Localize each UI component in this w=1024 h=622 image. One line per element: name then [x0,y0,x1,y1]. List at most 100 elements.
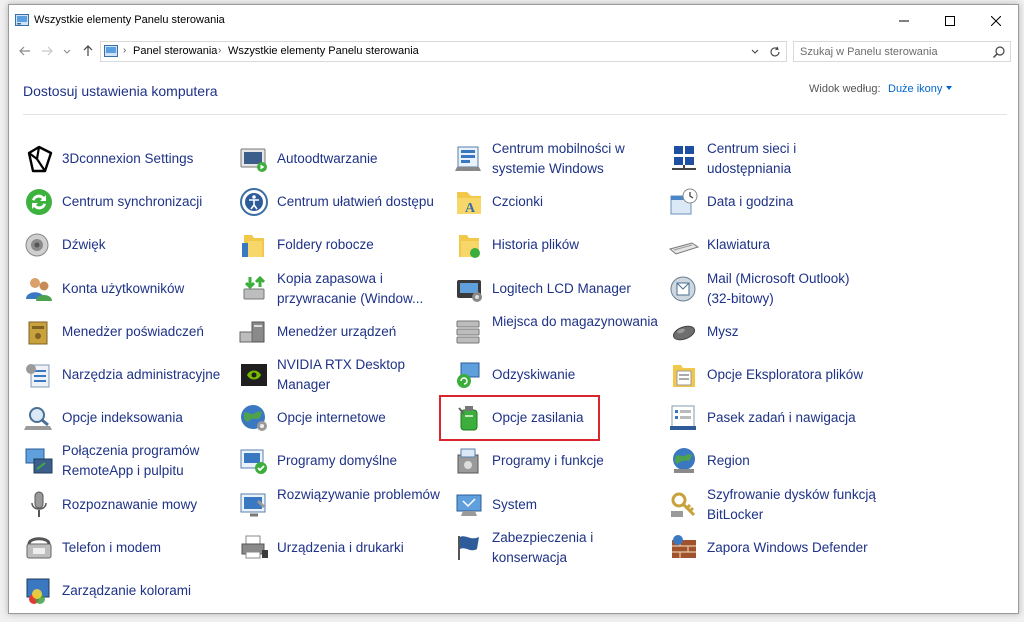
list-item-keyboard[interactable]: Klawiatura [668,227,878,263]
printer-icon [241,535,268,559]
search-box[interactable] [793,41,1011,62]
date-time-icon [670,188,698,215]
list-item-programs-features[interactable]: Programy i funkcje [453,443,663,479]
internet-options-icon [241,405,267,431]
list-item-sound[interactable]: Dźwięk [23,227,233,263]
title-bar[interactable]: Wszystkie elementy Panelu sterowania [9,5,1018,36]
item-label: Data i godzina [707,194,794,209]
list-item-default-programs[interactable]: Programy domyślne [238,443,448,479]
item-label: Połączenia programów RemoteApp i pulpitu [62,443,200,478]
list-item-date-time[interactable]: Data i godzina [668,184,878,220]
view-by-label: Widok według: [809,83,881,95]
breadcrumb-separator-icon: › [218,45,222,56]
user-accounts-icon [26,278,52,301]
system-icon [456,494,482,516]
list-item-speech[interactable]: Rozpoznawanie mowy [23,487,233,523]
item-label: Mail (Microsoft Outlook) (32-bitowy) [707,271,850,306]
highlight-box [439,395,600,441]
list-item-admin-tools[interactable]: Narzędzia administracyjne [23,357,233,393]
list-item-network-center[interactable]: Centrum sieci i udostępniania [668,141,878,177]
maximize-button[interactable] [927,5,973,36]
list-item-nvidia[interactable]: NVIDIA RTX Desktop Manager [238,357,448,393]
list-item-ease-of-access[interactable]: Centrum ułatwień dostępu [238,184,448,220]
search-input[interactable] [800,45,985,59]
list-item-remoteapp[interactable]: Połączenia programów RemoteApp i pulpitu [23,443,233,479]
close-icon [991,15,1001,26]
fonts-icon: A [457,192,481,216]
view-by-dropdown[interactable]: Duże ikony [888,83,953,95]
up-button[interactable] [79,42,97,60]
item-label: Odzyskiwanie [492,367,576,382]
item-label: Foldery robocze [277,237,374,252]
caret-down-icon [946,86,953,90]
close-button[interactable] [973,5,1019,36]
list-item-mail[interactable]: Mail (Microsoft Outlook) (32-bitowy) [668,271,878,307]
list-item-explorer-options[interactable]: Opcje Eksploratora plików [668,357,878,393]
list-item-devices-printers[interactable]: Urządzenia i drukarki [238,530,448,566]
list-item-logitech-lcd[interactable]: Logitech LCD Manager [453,271,663,307]
item-label: Rozwiązywanie problemów [277,487,440,502]
recent-locations-button[interactable] [61,42,73,60]
list-item-firewall[interactable]: Zapora Windows Defender [668,530,878,566]
item-label: 3Dconnexion Settings [62,151,194,166]
refresh-button[interactable] [767,43,783,60]
item-label: Zapora Windows Defender [707,540,868,555]
item-label: System [492,497,538,512]
list-item-bitlocker[interactable]: Szyfrowanie dysków funkcją BitLocker [668,487,878,523]
storage-spaces-icon [456,320,480,344]
item-label: Konta użytkowników [62,281,185,296]
list-item-credential-manager[interactable]: Menedżer poświadczeń [23,314,233,350]
sound-icon [25,233,49,257]
work-folders-icon [242,235,264,257]
arrow-left-icon [19,46,30,56]
arrow-up-icon [83,45,93,56]
view-by-value: Duże ikony [888,83,943,95]
item-label: Opcje indeksowania [62,410,183,425]
minimize-button[interactable] [881,5,927,36]
list-item-phone-modem[interactable]: Telefon i modem [23,530,233,566]
list-item-system[interactable]: System [453,487,663,523]
list-item-user-accounts[interactable]: Konta użytkowników [23,271,233,307]
search-icon[interactable] [992,45,1006,59]
list-item-storage-spaces[interactable]: Miejsca do magazynowania [453,314,663,350]
keyboard-icon [668,242,700,255]
item-label: Telefon i modem [62,540,162,555]
forward-button[interactable] [38,42,56,60]
list-item-mobility-center[interactable]: Centrum mobilności w systemie Windows [453,141,663,177]
item-label: Rozpoznawanie mowy [62,497,198,512]
list-item-file-history[interactable]: Historia plików [453,227,663,263]
chevron-down-icon [751,49,759,54]
flag-icon [458,536,479,560]
color-management-icon [26,578,50,604]
nvidia-icon [241,364,267,386]
item-label: Centrum sieci i udostępniania [707,141,797,176]
list-item-mouse[interactable]: Mysz [668,314,878,350]
list-item-3dconnexion[interactable]: 3Dconnexion Settings [23,141,233,177]
breadcrumb-control-panel[interactable]: Panel sterowania [133,45,217,57]
address-bar[interactable]: › Panel sterowania › Wszystkie elementy … [100,41,787,62]
item-label: Zabezpieczenia i konserwacja [492,530,594,565]
list-item-sync-center[interactable]: Centrum synchronizacji [23,184,233,220]
list-item-autoplay[interactable]: Autoodtwarzanie [238,141,448,177]
list-item-fonts[interactable]: A Czcionki [453,184,663,220]
list-item-recovery[interactable]: Odzyskiwanie [453,357,663,393]
list-item-security-maintenance[interactable]: Zabezpieczenia i konserwacja [453,530,663,566]
item-label: Menedżer urządzeń [277,324,397,339]
list-item-troubleshoot[interactable]: Rozwiązywanie problemów [238,487,448,523]
list-item-taskbar[interactable]: Pasek zadań i nawigacja [668,400,878,436]
back-button[interactable] [16,42,34,60]
list-item-device-manager[interactable]: Menedżer urządzeń [238,314,448,350]
item-label: Region [707,453,750,468]
list-item-region[interactable]: Region [668,443,878,479]
breadcrumb-all-items[interactable]: Wszystkie elementy Panelu sterowania [228,45,419,57]
item-label: Historia plików [492,237,580,252]
address-dropdown-button[interactable] [748,44,762,59]
list-item-indexing[interactable]: Opcje indeksowania [23,400,233,436]
item-label: Opcje internetowe [277,410,386,425]
window-title: Wszystkie elementy Panelu sterowania [34,14,225,26]
mobility-center-icon [455,146,481,171]
list-item-work-folders[interactable]: Foldery robocze [238,227,448,263]
list-item-internet-options[interactable]: Opcje internetowe [238,400,448,436]
list-item-color-management[interactable]: Zarządzanie kolorami [23,573,233,609]
list-item-backup-restore[interactable]: Kopia zapasowa i przywracanie (Window... [238,271,448,307]
